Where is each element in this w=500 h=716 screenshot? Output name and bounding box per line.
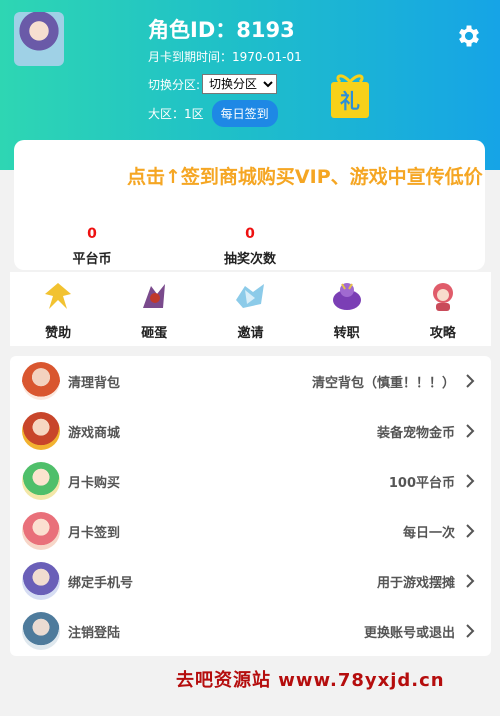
list-item-monthly-card-checkin[interactable]: 月卡签到 每日一次 [10, 506, 491, 556]
menu-list: 清理背包 清空背包（慎重！！！） 游戏商城 装备宠物金币 月卡购买 100平台币… [10, 356, 491, 656]
list-item-title: 绑定手机号 [68, 575, 134, 591]
list-item-desc: 100平台币 [388, 475, 455, 491]
quick-action-class-change[interactable]: 转职 [312, 272, 382, 346]
server-switch-row: 切换分区: 切换分区 [148, 74, 278, 94]
server-switch-select[interactable]: 切换分区 [202, 74, 278, 94]
quick-action-invite[interactable]: 邀请 [215, 272, 285, 346]
list-item-desc: 更换账号或退出 [363, 625, 455, 641]
class-change-icon [332, 283, 361, 310]
quick-action-label: 转职 [333, 326, 360, 341]
shop-icon [22, 412, 60, 450]
list-item-desc: 每日一次 [402, 525, 455, 541]
gift-icon[interactable]: 礼 [328, 72, 372, 120]
quick-action-label: 邀请 [237, 326, 264, 341]
role-id: 角色ID：8193 [148, 18, 295, 42]
bind-phone-icon [22, 562, 60, 600]
egg-icon [143, 284, 166, 308]
list-item-bind-phone[interactable]: 绑定手机号 用于游戏摆摊 [10, 556, 491, 606]
quick-action-label: 攻略 [429, 326, 456, 341]
lottery-count-label: 抽奖次数 [223, 252, 276, 267]
footer-watermark: 去吧资源站 www.78yxjd.cn [176, 670, 445, 691]
list-item-logout[interactable]: 注销登陆 更换账号或退出 [10, 606, 491, 656]
chevron-right-icon [466, 424, 475, 438]
monthly-card-expiry: 月卡到期时间：1970-01-01 [148, 50, 302, 64]
announcement-marquee: 点击↑签到商城购买VIP、游戏中宣传低价 [127, 166, 483, 188]
list-item-title: 注销登陆 [68, 625, 121, 641]
monthly-card-checkin-icon [22, 512, 60, 550]
logout-icon [22, 612, 60, 650]
list-item-title: 月卡签到 [68, 525, 121, 541]
gear-icon[interactable] [455, 22, 483, 50]
list-item-title: 游戏商城 [68, 425, 121, 441]
quick-action-label: 砸蛋 [141, 326, 168, 341]
list-item-title: 月卡购买 [68, 475, 121, 491]
chevron-right-icon [466, 574, 475, 588]
lottery-count-stat[interactable]: 0 抽奖次数 [200, 226, 300, 267]
region-row: 大区：1区 每日签到 [148, 100, 278, 127]
invite-icon [236, 284, 265, 308]
chevron-right-icon [466, 524, 475, 538]
list-item-desc: 清空背包（慎重！！！） [311, 375, 455, 391]
monthly-card-buy-icon [22, 462, 60, 500]
list-item-desc: 装备宠物金币 [376, 425, 455, 441]
lottery-count-value: 0 [245, 226, 255, 242]
platform-coin-label: 平台币 [72, 252, 112, 267]
sponsor-icon [45, 283, 72, 309]
quick-action-guide[interactable]: 攻略 [408, 272, 478, 346]
list-item-shop[interactable]: 游戏商城 装备宠物金币 [10, 406, 491, 456]
avatar[interactable] [14, 12, 64, 66]
platform-coin-stat[interactable]: 0 平台币 [42, 226, 142, 267]
guide-icon [432, 283, 453, 311]
platform-coin-value: 0 [87, 226, 97, 242]
list-item-title: 清理背包 [68, 375, 121, 391]
quick-actions: 赞助 砸蛋 邀请 转职 攻略 [10, 272, 491, 346]
list-item-monthly-card-buy[interactable]: 月卡购买 100平台币 [10, 456, 491, 506]
quick-action-egg[interactable]: 砸蛋 [119, 272, 189, 346]
clean-bag-icon [22, 362, 60, 400]
gift-char: 礼 [340, 89, 360, 113]
quick-action-label: 赞助 [45, 326, 72, 341]
daily-checkin-button[interactable]: 每日签到 [211, 100, 278, 127]
server-switch-label: 切换分区: [148, 77, 201, 92]
chevron-right-icon [466, 624, 475, 638]
chevron-right-icon [466, 474, 475, 488]
region-label: 大区：1区 [148, 107, 204, 121]
quick-action-sponsor[interactable]: 赞助 [23, 272, 93, 346]
stats-card: 点击↑签到商城购买VIP、游戏中宣传低价 0 平台币 0 抽奖次数 [14, 140, 485, 270]
list-item-desc: 用于游戏摆摊 [376, 575, 455, 591]
list-item-clean-bag[interactable]: 清理背包 清空背包（慎重！！！） [10, 356, 491, 406]
chevron-right-icon [466, 374, 475, 388]
